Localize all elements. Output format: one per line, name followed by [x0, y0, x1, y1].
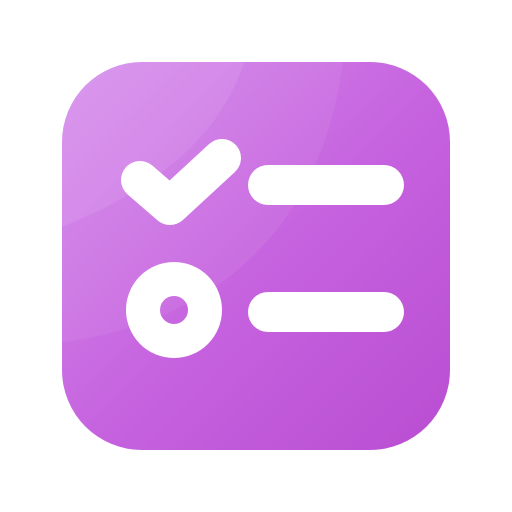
icon-canvas [0, 0, 512, 512]
checklist-icon [62, 62, 450, 450]
